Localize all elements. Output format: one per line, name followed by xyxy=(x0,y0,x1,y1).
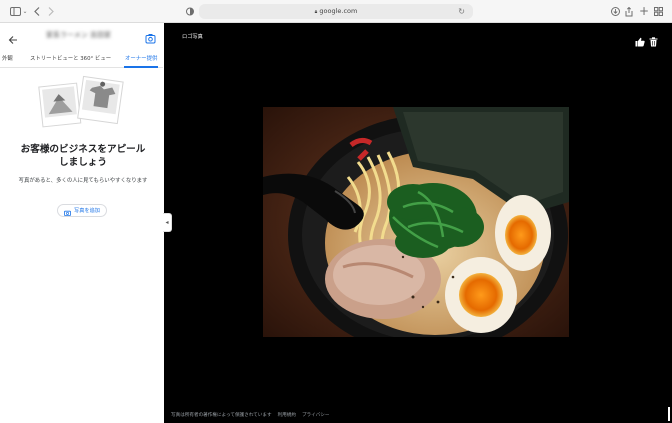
camera-icon xyxy=(64,201,72,220)
tab-owner-provided[interactable]: オーナー提供 xyxy=(125,54,157,64)
photos-illustration xyxy=(38,75,126,133)
forward-icon[interactable] xyxy=(47,5,55,18)
photo-tabs: 外観 ストリートビューと 360° ビュー オーナー提供 xyxy=(0,54,163,68)
url-text: 🔒︎ google.com xyxy=(314,7,358,15)
add-photo-button[interactable]: 写真を追加 xyxy=(57,204,107,217)
add-photo-camera-icon[interactable] xyxy=(145,29,156,44)
tab-overview-icon[interactable] xyxy=(653,5,663,18)
browser-toolbar: ⌄ 🔒︎ google.com ↻ + xyxy=(0,0,672,23)
ramen-photo[interactable] xyxy=(263,107,569,337)
chevron-down-icon[interactable]: ⌄ xyxy=(22,5,28,18)
viewer-title: ロゴ写真 xyxy=(182,34,203,40)
promo-subtext: 写真があると、多くの人に見てもらいやすくなります xyxy=(18,178,148,184)
tab-street-view-360[interactable]: ストリートビューと 360° ビュー xyxy=(30,54,111,64)
new-tab-icon[interactable]: + xyxy=(639,5,649,18)
place-title: 家系ラーメン 吉田家 xyxy=(46,31,111,39)
privacy-link[interactable]: プライバシー xyxy=(302,412,329,418)
add-photo-label: 写真を追加 xyxy=(74,208,100,214)
collapse-panel-button[interactable]: ◂ xyxy=(163,213,172,232)
lock-icon: 🔒︎ xyxy=(314,9,318,15)
reload-icon[interactable]: ↻ xyxy=(458,4,465,19)
terms-link[interactable]: 利用規約 xyxy=(278,412,296,418)
back-arrow-icon[interactable] xyxy=(8,30,18,44)
active-tab-indicator xyxy=(124,66,158,68)
promo-headline: お客様のビジネスをアピール しましょう xyxy=(20,144,146,168)
download-icon[interactable] xyxy=(610,5,620,18)
viewer-footer: 写真は所有者の著作権によって保護されています 利用規約 プライバシー xyxy=(171,412,329,418)
photos-side-panel: 家系ラーメン 吉田家 外観 ストリートビューと 360° ビュー オーナー提供 xyxy=(0,23,163,423)
back-icon[interactable] xyxy=(33,5,41,18)
trash-icon[interactable] xyxy=(649,32,659,47)
thumbs-up-icon[interactable] xyxy=(635,32,645,47)
scrollbar[interactable] xyxy=(668,407,670,421)
copyright-notice: 写真は所有者の著作権によって保護されています xyxy=(171,413,272,418)
shield-icon[interactable] xyxy=(186,5,194,18)
sidebar-icon[interactable] xyxy=(9,5,21,18)
share-icon[interactable] xyxy=(624,5,634,18)
address-bar[interactable]: 🔒︎ google.com ↻ xyxy=(199,4,473,19)
photo-viewer: ロゴ写真 写真は所有者の著作権によって保護されています 利用規約 プライバシー xyxy=(164,23,672,423)
tab-exterior[interactable]: 外観 xyxy=(2,54,13,64)
